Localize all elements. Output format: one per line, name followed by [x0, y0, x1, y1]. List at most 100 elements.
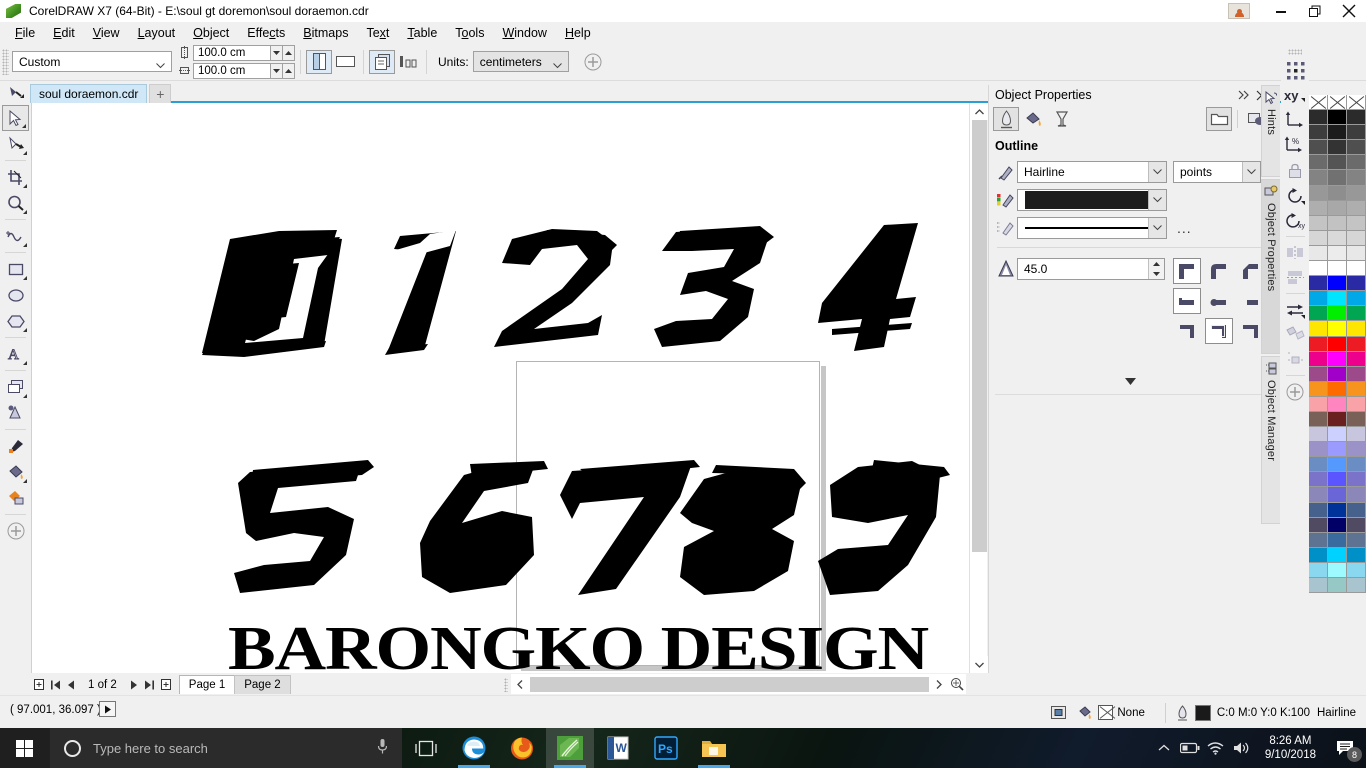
fill-status[interactable]: None [1077, 705, 1145, 720]
palette-swatch[interactable] [1328, 291, 1347, 307]
menu-window[interactable]: Window [493, 24, 555, 42]
canvas-vertical-scrollbar[interactable] [969, 103, 988, 673]
scroll-down-icon[interactable] [970, 656, 988, 673]
palette-swatch[interactable] [1328, 502, 1347, 518]
ellipse-tool[interactable] [2, 282, 29, 308]
palette-swatch[interactable] [1328, 366, 1347, 382]
scroll-up-icon[interactable] [970, 103, 988, 120]
palette-swatch[interactable] [1309, 125, 1328, 141]
palette-swatch[interactable] [1347, 125, 1366, 141]
outline-position-centered-button[interactable] [1205, 318, 1233, 344]
cap-square-button[interactable] [1173, 288, 1201, 314]
palette-swatch[interactable] [1309, 381, 1328, 397]
word-w-icon[interactable]: W [594, 728, 642, 768]
shape-tool-icon[interactable] [0, 81, 30, 103]
palette-swatch[interactable] [1347, 411, 1366, 428]
zoom-to-fit-icon[interactable] [948, 675, 966, 693]
lock-icon[interactable] [1283, 158, 1308, 183]
sidetab-hints[interactable]: Hints [1261, 85, 1280, 177]
palette-swatch[interactable] [1347, 185, 1366, 201]
spin-up-icon[interactable] [1149, 259, 1164, 269]
palette-swatch[interactable] [1309, 562, 1328, 578]
palette-swatch[interactable] [1347, 366, 1366, 382]
menu-help[interactable]: Help [556, 24, 600, 42]
palette-swatch[interactable] [1328, 336, 1347, 352]
sidetab-object-properties[interactable]: Object Properties [1261, 179, 1280, 354]
palette-swatch[interactable] [1347, 351, 1366, 367]
palette-swatch[interactable] [1347, 532, 1366, 548]
palette-swatch[interactable] [1309, 487, 1328, 503]
collapse-docker-icon[interactable] [1237, 87, 1253, 103]
menu-view[interactable]: View [84, 24, 129, 42]
add-tool-icon[interactable] [583, 52, 603, 72]
canvas-horizontal-scrollbar[interactable] [511, 674, 966, 694]
outline-position-outside-button[interactable] [1173, 318, 1201, 344]
palette-swatch[interactable] [1328, 442, 1347, 458]
palette-swatch[interactable] [1309, 532, 1328, 548]
palette-swatch[interactable] [1328, 155, 1347, 171]
minimize-icon[interactable] [1264, 0, 1298, 22]
palette-swatch[interactable] [1328, 457, 1347, 473]
palette-swatch[interactable] [1328, 276, 1347, 292]
line-style-more-button[interactable]: ... [1177, 220, 1192, 236]
align-horizontal-icon[interactable] [1283, 240, 1308, 265]
shadow-tool[interactable] [2, 400, 29, 426]
sidetab-object-manager[interactable]: Object Manager [1261, 356, 1280, 524]
palette-swatch[interactable] [1347, 276, 1366, 292]
color-palette[interactable] [1309, 95, 1366, 673]
windows-start-icon[interactable] [0, 728, 48, 768]
add-page-after-icon[interactable] [158, 676, 174, 694]
page-height-dropdown-icon[interactable] [271, 62, 283, 79]
palette-swatch[interactable] [1309, 215, 1328, 231]
chevron-down-icon[interactable] [1242, 162, 1260, 182]
palette-swatch[interactable] [1328, 110, 1347, 126]
rotate-center-icon[interactable]: xy [1283, 208, 1308, 233]
crop-tool[interactable] [2, 164, 29, 190]
distribute-icon[interactable] [1283, 347, 1308, 372]
first-page-icon[interactable] [47, 676, 63, 694]
zoom-tool[interactable] [2, 190, 29, 216]
palette-no-color-swatch[interactable] [1309, 95, 1328, 111]
portrait-orientation-icon[interactable] [306, 49, 332, 74]
rectangle-tool[interactable] [2, 256, 29, 282]
palette-swatch[interactable] [1309, 457, 1328, 473]
new-document-tab-button[interactable]: + [149, 84, 172, 103]
palette-swatch[interactable] [1328, 517, 1347, 533]
miter-limit-spinner[interactable] [1148, 259, 1164, 279]
palette-swatch[interactable] [1328, 487, 1347, 503]
user-account-icon[interactable] [1228, 3, 1250, 19]
photoshop-ps-icon[interactable]: Ps [642, 728, 690, 768]
palette-swatch[interactable] [1328, 140, 1347, 156]
color-eyedropper-tool[interactable] [2, 433, 29, 459]
interactive-fill-tool[interactable] [2, 485, 29, 511]
palette-swatch[interactable] [1328, 547, 1347, 563]
palette-swatch[interactable] [1347, 562, 1366, 578]
wifi-icon[interactable] [1203, 728, 1229, 768]
palette-swatch[interactable] [1347, 321, 1366, 337]
menu-effects[interactable]: Effects [238, 24, 294, 42]
coreldraw-balloon-icon[interactable] [546, 728, 594, 768]
palette-swatch[interactable] [1309, 472, 1328, 488]
vertical-scroll-thumb[interactable] [972, 120, 987, 552]
palette-swatch[interactable] [1347, 215, 1366, 231]
page-height-spinner[interactable] [283, 62, 295, 79]
previous-page-icon[interactable] [63, 676, 79, 694]
firefox-icon[interactable] [498, 728, 546, 768]
freehand-tool[interactable] [2, 223, 29, 249]
palette-swatch[interactable] [1328, 170, 1347, 186]
palette-swatch[interactable] [1309, 200, 1328, 216]
palette-swatch[interactable] [1328, 200, 1347, 216]
last-page-icon[interactable] [142, 676, 158, 694]
current-page-only-icon[interactable] [395, 50, 421, 74]
quick-customize-right[interactable] [1283, 379, 1308, 404]
palette-swatch[interactable] [1328, 411, 1347, 428]
palette-swatch[interactable] [1347, 155, 1366, 171]
palette-swatch[interactable] [1347, 381, 1366, 397]
outline-status[interactable]: C:0 M:0 Y:0 K:100 Hairline [1176, 704, 1356, 721]
palette-swatch[interactable] [1347, 457, 1366, 473]
menu-table[interactable]: Table [398, 24, 446, 42]
scale-percent-icon[interactable]: % [1283, 133, 1308, 158]
chevron-down-icon[interactable] [1148, 162, 1166, 182]
shape-tool[interactable] [2, 131, 29, 157]
search-input[interactable]: Type here to search [50, 728, 402, 768]
